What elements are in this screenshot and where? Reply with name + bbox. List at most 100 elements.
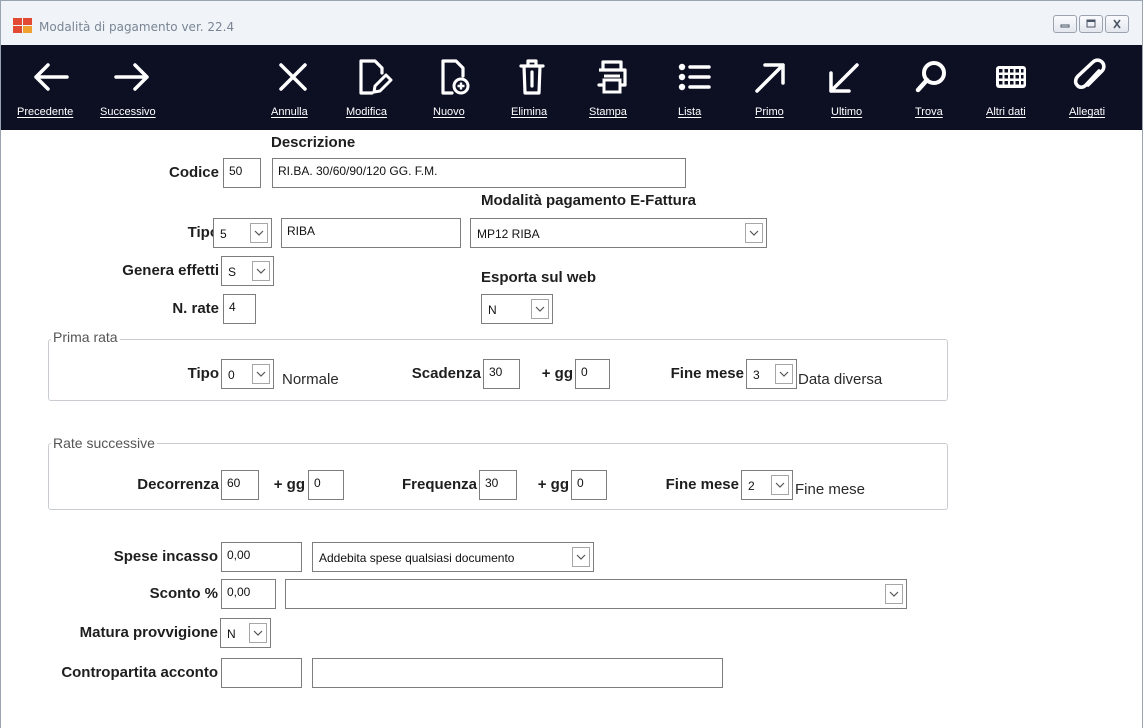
prima-rata-fine-mese-select[interactable]: 3 [746,359,797,389]
precedente-button[interactable]: Precedente [17,45,91,130]
keyboard-grid-icon [996,66,1026,88]
altri-dati-label: Altri dati [986,106,1026,118]
decorrenza-input[interactable]: 60 [221,470,259,500]
spese-incasso-label: Spese incasso [113,548,218,565]
allegati-button[interactable]: Allegati [1069,45,1124,130]
new-document-icon [441,59,470,95]
decorrenza-label: Decorrenza [137,476,219,493]
chevron-down-icon[interactable] [252,261,270,281]
codice-input[interactable]: 50 [223,158,261,188]
title-bar: Modalità di pagamento ver. 22.4 [1,1,1142,45]
close-window-icon [1113,19,1121,29]
minimize-button[interactable] [1053,15,1077,33]
chevron-down-icon[interactable] [250,223,268,243]
rate-successive-gg1-label: + gg [273,476,305,493]
chevron-down-icon[interactable] [572,547,590,567]
app-logo-icon [13,18,32,34]
primo-label: Primo [755,106,784,118]
rate-successive-fine-mese-label: Fine mese [665,476,739,493]
rate-successive-gg2-label: + gg [537,476,569,493]
chevron-down-icon[interactable] [252,364,270,384]
sconto-input[interactable]: 0,00 [221,579,276,609]
matura-provvigione-label: Matura provvigione [79,624,218,641]
rate-successive-fine-mese-select[interactable]: 2 [741,470,793,500]
arrow-down-left-icon [829,63,859,93]
edit-document-icon [359,59,393,95]
prima-rata-tipo-select[interactable]: 0 [221,359,274,389]
stampa-button[interactable]: Stampa [589,45,639,130]
maximize-button[interactable] [1079,15,1103,33]
annulla-label: Annulla [271,106,308,118]
contropartita-acconto-desc-input[interactable] [312,658,723,688]
genera-effetti-select[interactable]: S [221,256,274,286]
spese-incasso-input[interactable]: 0,00 [221,542,302,572]
precedente-label: Precedente [17,106,74,118]
esporta-web-select[interactable]: N [481,294,553,324]
nuovo-button[interactable]: Nuovo [431,45,481,130]
successivo-button[interactable]: Successivo [100,45,170,130]
nuovo-label: Nuovo [433,106,465,118]
matura-provvigione-select[interactable]: N [220,618,271,648]
modalita-efattura-select[interactable]: MP12 RIBA [470,218,767,248]
genera-effetti-value: S [228,265,237,279]
rate-successive-fine-mese-desc: Fine mese [795,481,866,498]
tipo-label: Tipo [187,224,219,241]
paperclip-icon [1073,58,1106,89]
arrow-left-icon [34,63,69,91]
altri-dati-button[interactable]: Altri dati [986,45,1041,130]
primo-button[interactable]: Primo [753,45,793,130]
modifica-button[interactable]: Modifica [346,45,396,130]
descrizione-input[interactable]: RI.BA. 30/60/90/120 GG. F.M. [272,158,686,188]
chevron-down-icon[interactable] [771,475,789,495]
prima-rata-fine-mese-value: 3 [753,368,760,382]
modifica-label: Modifica [346,106,387,118]
stampa-label: Stampa [589,106,627,118]
frequenza-label: Frequenza [401,476,477,493]
chevron-down-icon[interactable] [745,223,763,243]
annulla-button[interactable]: Annulla [271,45,321,130]
spese-incasso-select[interactable]: Addebita spese qualsiasi documento [312,542,594,572]
contropartita-acconto-input[interactable] [221,658,302,688]
modalita-efattura-label: Modalità pagamento E-Fattura [481,192,697,209]
rate-successive-fine-mese-value: 2 [748,479,755,493]
search-icon [915,61,946,93]
tipo-select-value: 5 [220,227,227,241]
sconto-select[interactable] [285,579,907,609]
frequenza-input[interactable]: 30 [479,470,517,500]
prima-rata-gg-input[interactable]: 0 [575,359,610,389]
printer-icon [597,60,627,94]
trova-button[interactable]: Trova [913,45,953,130]
matura-provvigione-value: N [227,627,236,641]
lista-label: Lista [678,106,702,118]
elimina-button[interactable]: Elimina [511,45,561,130]
n-rate-label: N. rate [172,300,219,317]
rate-successive-gg2-input[interactable]: 0 [571,470,607,500]
prima-rata-gg-label: + gg [541,365,573,382]
arrow-up-right-icon [755,63,785,93]
prima-rata-tipo-value: 0 [228,368,235,382]
scadenza-input[interactable]: 30 [483,359,520,389]
n-rate-input[interactable]: 4 [223,294,256,324]
spese-incasso-option: Addebita spese qualsiasi documento [319,551,515,565]
esporta-web-label: Esporta sul web [481,269,597,286]
trova-label: Trova [915,106,943,118]
scadenza-label: Scadenza [411,365,481,382]
chevron-down-icon[interactable] [885,584,903,604]
chevron-down-icon[interactable] [775,364,793,384]
tipo-select[interactable]: 5 [213,218,272,248]
close-window-button[interactable] [1105,15,1129,33]
rate-successive-gg1-input[interactable]: 0 [308,470,344,500]
descrizione-header: Descrizione [271,134,356,151]
chevron-down-icon[interactable] [249,623,267,643]
app-window: Modalità di pagamento ver. 22.4 Preceden… [0,0,1143,728]
maximize-icon [1086,19,1096,28]
ultimo-button[interactable]: Ultimo [829,45,869,130]
codice-label: Codice [168,164,219,181]
window-title: Modalità di pagamento ver. 22.4 [39,20,235,34]
sconto-label: Sconto % [149,585,218,602]
close-icon [279,63,307,91]
chevron-down-icon[interactable] [531,299,549,319]
lista-button[interactable]: Lista [676,45,716,130]
tipo-descrizione-input[interactable]: RIBA [281,218,461,248]
payment-method-form: Descrizione Codice 50 RI.BA. 30/60/90/12… [1,130,1142,728]
